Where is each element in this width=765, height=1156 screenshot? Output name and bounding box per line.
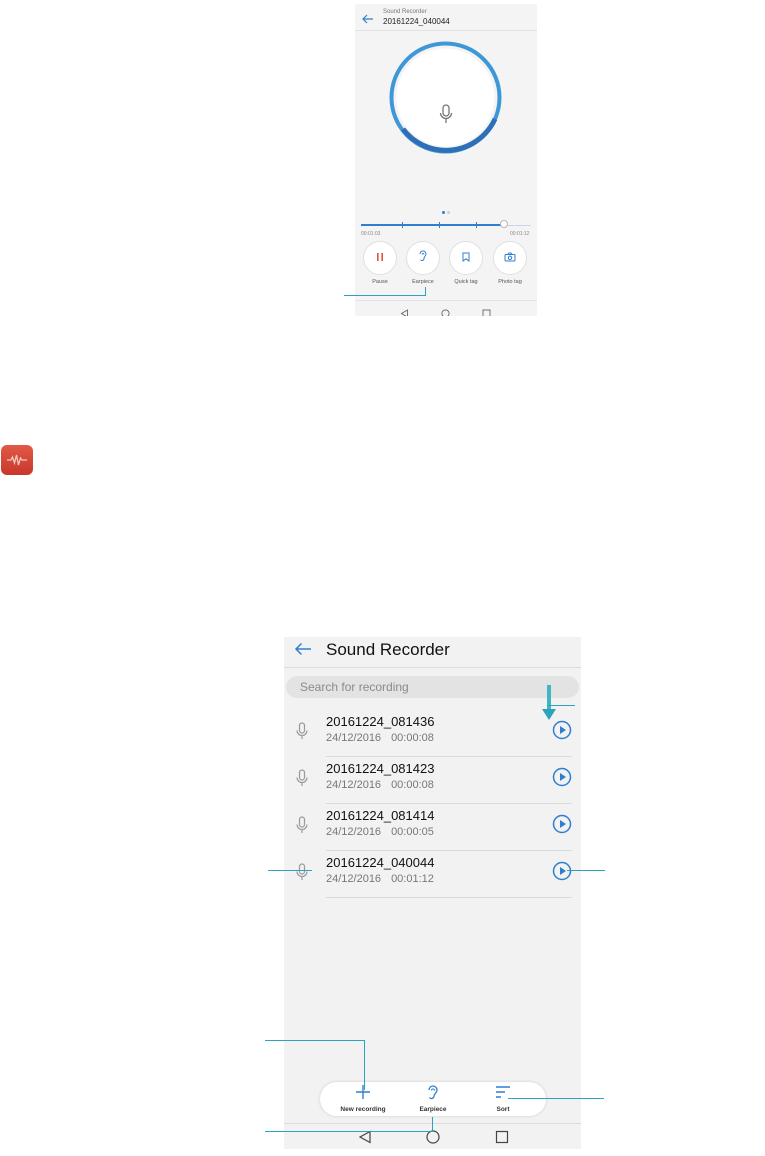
earpiece-label: Earpiece (412, 279, 434, 285)
search-input[interactable]: Search for recording (286, 676, 579, 698)
recording-meta: 24/12/2016 00:00:05 (326, 826, 434, 838)
progress-knob[interactable] (499, 220, 508, 228)
play-icon[interactable] (552, 814, 572, 839)
bottom-action-bar: New recording Earpiece Sort (320, 1082, 546, 1116)
new-recording-button[interactable]: New recording (328, 1084, 398, 1113)
recording-date: 24/12/2016 (326, 873, 382, 885)
tag-marker (402, 222, 403, 228)
recording-date: 24/12/2016 (326, 732, 382, 744)
search-placeholder: Search for recording (300, 680, 409, 694)
microphone-icon (439, 104, 453, 129)
recording-duration: 00:00:08 (391, 779, 434, 791)
callout-line (344, 295, 426, 296)
pause-control[interactable]: Pause (362, 241, 398, 285)
microphone-icon (296, 722, 308, 745)
back-arrow-icon[interactable] (294, 642, 312, 661)
ear-icon (426, 1085, 440, 1104)
callout-line (265, 1131, 433, 1132)
nav-home-icon[interactable] (441, 305, 450, 316)
recording-name: 20161224_040044 (326, 855, 435, 870)
plus-icon (355, 1085, 371, 1104)
nav-recents-icon[interactable] (482, 305, 491, 316)
bookmark-icon (462, 249, 470, 267)
divider (326, 897, 572, 898)
page-indicator (441, 201, 451, 219)
nav-home-icon[interactable] (426, 1130, 440, 1149)
recording-meta: 24/12/2016 00:01:12 (326, 873, 434, 885)
callout-line (548, 705, 575, 706)
recording-list-item[interactable]: 20161224_081436 24/12/2016 00:00:08 (284, 710, 581, 757)
quick-tag-label: Quick tag (454, 279, 478, 285)
recording-meta: 24/12/2016 00:00:08 (326, 779, 434, 791)
microphone-icon (296, 769, 308, 792)
nav-back-icon[interactable] (400, 305, 409, 316)
photo-tag-control[interactable]: Photo tag (492, 241, 528, 285)
callout-line (508, 1098, 604, 1099)
callout-line (425, 287, 426, 296)
recording-nav-bar (355, 300, 537, 316)
pause-icon (375, 249, 385, 267)
microphone-icon (296, 863, 308, 886)
recording-duration: 00:01:12 (391, 873, 434, 885)
list-header: Sound Recorder (284, 637, 581, 668)
back-arrow-icon[interactable] (362, 11, 374, 29)
sound-recorder-app-icon[interactable] (1, 445, 33, 475)
recording-list-item[interactable]: 20161224_081423 24/12/2016 00:00:08 (284, 757, 581, 804)
recording-name: 20161224_081414 (326, 808, 435, 823)
recording-header: Sound Recorder 20161224_040044 (355, 4, 537, 31)
recording-date: 24/12/2016 (326, 779, 382, 791)
microphone-icon (296, 816, 308, 839)
play-icon[interactable] (552, 861, 572, 886)
recording-visualizer (389, 41, 502, 154)
earpiece-control[interactable]: Earpiece (405, 241, 441, 285)
pause-button[interactable] (363, 241, 397, 275)
recording-date: 24/12/2016 (326, 826, 382, 838)
page-dot (447, 211, 450, 214)
recording-name: 20161224_081423 (326, 761, 435, 776)
earpiece-button[interactable] (406, 241, 440, 275)
callout-line (567, 870, 605, 871)
photo-tag-label: Photo tag (498, 279, 522, 285)
nav-back-icon[interactable] (358, 1130, 372, 1149)
recordings-list-screen: Sound Recorder Search for recording 2016… (284, 637, 581, 1149)
tag-marker (476, 222, 477, 228)
pause-label: Pause (372, 279, 388, 285)
recording-duration: 00:00:05 (391, 826, 434, 838)
new-recording-label: New recording (340, 1106, 386, 1113)
photo-tag-button[interactable] (493, 241, 527, 275)
tag-marker (439, 222, 440, 228)
recording-file-name: 20161224_040044 (383, 17, 450, 26)
recording-list-item[interactable]: 20161224_081414 24/12/2016 00:00:05 (284, 804, 581, 851)
ear-icon (418, 249, 428, 267)
earpiece-label: Earpiece (419, 1106, 447, 1113)
quick-tag-control[interactable]: Quick tag (448, 241, 484, 285)
recording-screen: Sound Recorder 20161224_040044 00:01:03 … (355, 4, 537, 316)
recording-name: 20161224_081436 (326, 714, 435, 729)
callout-line (268, 870, 312, 871)
earpiece-button[interactable]: Earpiece (398, 1084, 468, 1113)
recording-app-title: Sound Recorder (383, 9, 427, 15)
recording-duration: 00:00:08 (391, 732, 434, 744)
quick-tag-button[interactable] (449, 241, 483, 275)
progress-fill (361, 224, 504, 226)
recording-list-item[interactable]: 20161224_040044 24/12/2016 00:01:12 (284, 851, 581, 898)
recording-meta: 24/12/2016 00:00:08 (326, 732, 434, 744)
nav-recents-icon[interactable] (495, 1130, 509, 1149)
play-icon[interactable] (552, 767, 572, 792)
camera-icon (504, 249, 516, 267)
total-time: 00:01:12 (510, 231, 530, 237)
callout-line (364, 1040, 365, 1090)
page-dot-active (442, 211, 445, 214)
callout-line (265, 1040, 365, 1041)
page-title: Sound Recorder (326, 640, 450, 659)
sort-label: Sort (496, 1106, 510, 1113)
callout-line (432, 1117, 433, 1132)
elapsed-time: 00:01:03 (361, 231, 381, 237)
sort-icon (495, 1086, 511, 1104)
